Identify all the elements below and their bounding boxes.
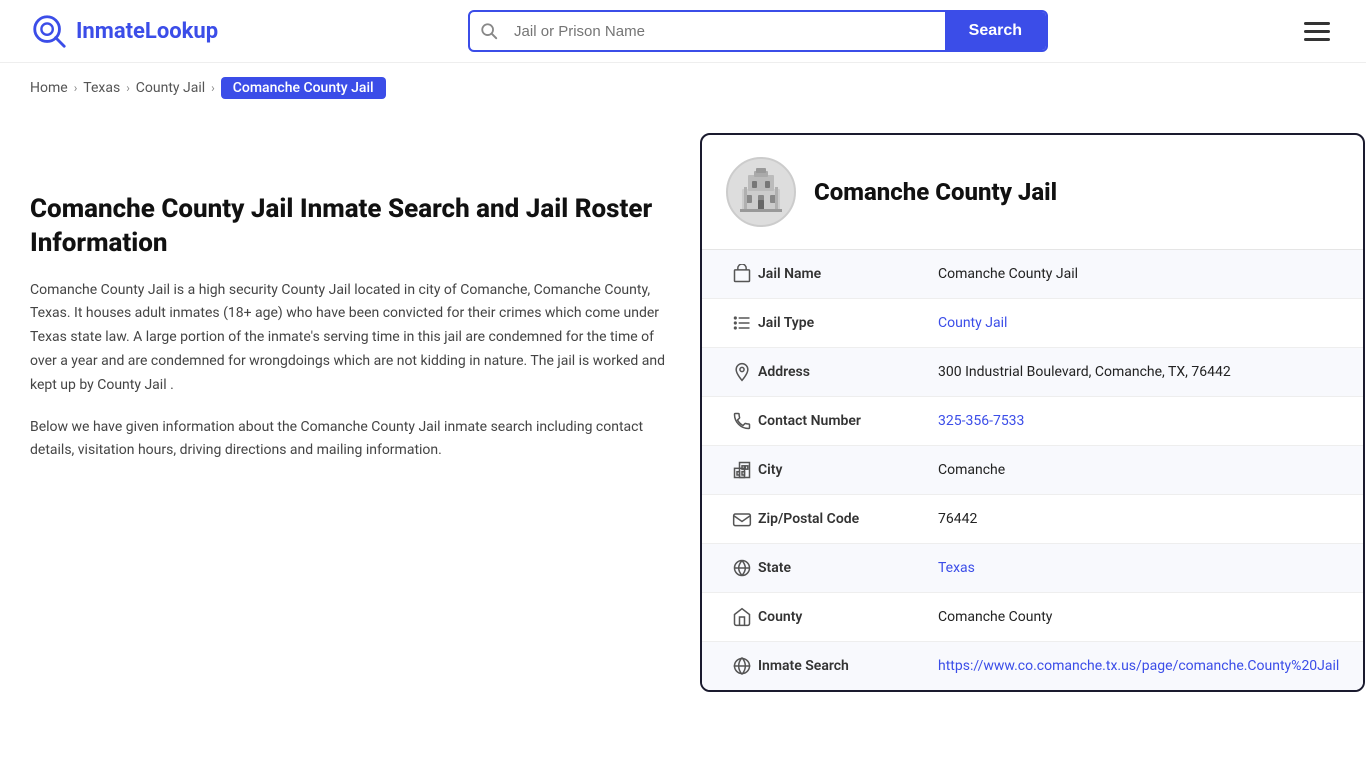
info-row: Inmate Searchhttps://www.co.comanche.tx.… <box>702 642 1363 690</box>
info-row: Contact Number325-356-7533 <box>702 397 1363 446</box>
jail-card-header: Comanche County Jail <box>702 135 1363 250</box>
page-desc-2: Below we have given information about th… <box>30 416 670 464</box>
hamburger-menu[interactable] <box>1298 16 1336 47</box>
info-value-link[interactable]: https://www.co.comanche.tx.us/page/coman… <box>938 658 1339 674</box>
page-desc-1: Comanche County Jail is a high security … <box>30 279 670 398</box>
info-value[interactable]: County Jail <box>938 315 1339 331</box>
pin-icon <box>726 362 758 382</box>
hamburger-line-3 <box>1304 38 1330 41</box>
info-value[interactable]: https://www.co.comanche.tx.us/page/coman… <box>938 658 1339 674</box>
info-table: Jail NameComanche County JailJail TypeCo… <box>702 250 1363 690</box>
info-label: Zip/Postal Code <box>758 511 938 527</box>
info-value-link[interactable]: Texas <box>938 560 975 576</box>
globe-icon <box>726 558 758 578</box>
hamburger-line-2 <box>1304 30 1330 33</box>
building-icon <box>726 264 758 284</box>
logo-link[interactable]: InmateLookup <box>30 12 218 50</box>
info-value: 300 Industrial Boulevard, Comanche, TX, … <box>938 364 1339 380</box>
info-label: County <box>758 609 938 625</box>
logo-icon <box>30 12 68 50</box>
info-value-link[interactable]: 325-356-7533 <box>938 413 1024 429</box>
breadcrumb-current: Comanche County Jail <box>221 77 386 99</box>
info-row: StateTexas <box>702 544 1363 593</box>
search-input[interactable] <box>508 13 945 50</box>
mail-icon <box>726 509 758 529</box>
breadcrumb-home[interactable]: Home <box>30 80 68 96</box>
search-bar: Search <box>468 10 1048 52</box>
county-icon <box>726 607 758 627</box>
info-label: Jail Type <box>758 315 938 331</box>
info-label: Address <box>758 364 938 380</box>
breadcrumb-sep-1: › <box>74 81 78 95</box>
breadcrumb-county-jail[interactable]: County Jail <box>136 80 205 96</box>
info-row: CityComanche <box>702 446 1363 495</box>
site-header: InmateLookup Search <box>0 0 1366 63</box>
search-icon <box>480 22 498 40</box>
list-icon <box>726 313 758 333</box>
info-value: Comanche County <box>938 609 1339 625</box>
left-column: Comanche County Jail Inmate Search and J… <box>30 133 670 692</box>
info-row: CountyComanche County <box>702 593 1363 642</box>
breadcrumb-sep-2: › <box>126 81 130 95</box>
breadcrumb-texas[interactable]: Texas <box>83 80 120 96</box>
info-value[interactable]: 325-356-7533 <box>938 413 1339 429</box>
info-row: Jail TypeCounty Jail <box>702 299 1363 348</box>
search-globe-icon <box>726 656 758 676</box>
jail-building-icon <box>734 165 788 219</box>
info-value: Comanche <box>938 462 1339 478</box>
search-icon-wrap <box>470 22 508 40</box>
jail-avatar <box>726 157 796 227</box>
info-value: 76442 <box>938 511 1339 527</box>
right-column: Comanche County Jail Jail NameComanche C… <box>700 133 1365 692</box>
info-label: City <box>758 462 938 478</box>
info-row: Zip/Postal Code76442 <box>702 495 1363 544</box>
city-icon <box>726 460 758 480</box>
info-row: Jail NameComanche County Jail <box>702 250 1363 299</box>
info-value: Comanche County Jail <box>938 266 1339 282</box>
info-row: Address300 Industrial Boulevard, Comanch… <box>702 348 1363 397</box>
hamburger-line-1 <box>1304 22 1330 25</box>
main-content: Comanche County Jail Inmate Search and J… <box>0 113 1366 732</box>
jail-card-title: Comanche County Jail <box>814 178 1057 206</box>
info-label: Jail Name <box>758 266 938 282</box>
search-button[interactable]: Search <box>945 12 1046 50</box>
info-value-link[interactable]: County Jail <box>938 315 1007 331</box>
info-label: Inmate Search <box>758 658 938 674</box>
page-title: Comanche County Jail Inmate Search and J… <box>30 193 670 261</box>
info-value[interactable]: Texas <box>938 560 1339 576</box>
info-label: State <box>758 560 938 576</box>
jail-card: Comanche County Jail Jail NameComanche C… <box>700 133 1365 692</box>
logo-text: InmateLookup <box>76 19 218 44</box>
info-label: Contact Number <box>758 413 938 429</box>
phone-icon <box>726 411 758 431</box>
breadcrumb-sep-3: › <box>211 81 215 95</box>
breadcrumb: Home › Texas › County Jail › Comanche Co… <box>0 63 1366 113</box>
